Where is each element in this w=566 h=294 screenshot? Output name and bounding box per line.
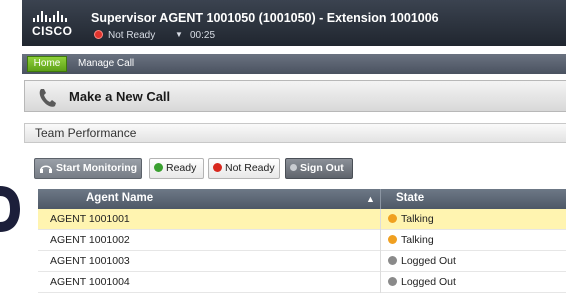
talking-status-icon [388, 234, 397, 244]
agent-name-cell: AGENT 1001003 [50, 255, 130, 267]
nav-bar: Home Manage Call [22, 54, 566, 74]
phone-icon [39, 89, 56, 107]
start-monitoring-button[interactable]: Start Monitoring [34, 158, 142, 179]
state-label: Talking [401, 213, 434, 225]
tab-home[interactable]: Home [27, 56, 67, 72]
sign-out-label: Sign Out [300, 162, 344, 174]
partial-logo-fragment [0, 186, 20, 232]
table-row[interactable]: AGENT 1001002 Talking [38, 230, 566, 251]
ready-status-icon [154, 162, 163, 172]
not-ready-icon [213, 162, 222, 172]
logged-out-status-icon [388, 276, 397, 286]
state-label: Talking [401, 234, 434, 246]
chevron-down-icon[interactable]: ▼ [175, 30, 183, 39]
status-dropdown[interactable]: Not Ready [108, 30, 155, 41]
ready-label: Ready [166, 162, 197, 174]
column-state[interactable]: State [396, 192, 424, 204]
agent-name-cell: AGENT 1001001 [50, 213, 130, 225]
column-agent-name[interactable]: Agent Name [86, 192, 153, 204]
app-header: CISCO Supervisor AGENT 1001050 (1001050)… [22, 0, 566, 46]
table-row[interactable]: AGENT 1001001 Talking [38, 209, 566, 230]
table-row[interactable]: AGENT 1001003 Logged Out [38, 251, 566, 272]
sign-out-icon [290, 163, 297, 171]
make-call-label: Make a New Call [69, 89, 171, 104]
state-cell: Talking [388, 234, 434, 246]
team-performance-header: Team Performance [24, 123, 566, 143]
not-ready-button[interactable]: Not Ready [208, 158, 280, 179]
supervisor-title: Supervisor AGENT 1001050 (1001050) - Ext… [91, 11, 439, 25]
ready-button[interactable]: Ready [149, 158, 204, 179]
status-timer: 00:25 [190, 30, 216, 41]
not-ready-label: Not Ready [225, 162, 275, 174]
tab-manage-call[interactable]: Manage Call [78, 58, 134, 69]
state-cell: Talking [388, 213, 434, 225]
table-header: Agent Name ▲ State [38, 189, 566, 209]
state-label: Logged Out [401, 276, 456, 288]
logged-out-status-icon [388, 255, 397, 265]
team-performance-title: Team Performance [35, 126, 137, 140]
state-label: Logged Out [401, 255, 456, 267]
agent-name-cell: AGENT 1001004 [50, 276, 130, 288]
table-row[interactable]: AGENT 1001004 Logged Out [38, 272, 566, 293]
state-cell: Logged Out [388, 276, 456, 288]
cisco-logo-text: CISCO [32, 24, 73, 38]
sign-out-button[interactable]: Sign Out [285, 158, 353, 179]
headset-icon [40, 165, 52, 174]
state-cell: Logged Out [388, 255, 456, 267]
start-monitoring-label: Start Monitoring [56, 162, 138, 174]
agent-name-cell: AGENT 1001002 [50, 234, 130, 246]
sort-ascending-icon[interactable]: ▲ [366, 194, 375, 204]
cisco-logo-bars-icon [33, 11, 69, 22]
talking-status-icon [388, 213, 397, 223]
not-ready-status-icon [94, 30, 103, 39]
column-divider [380, 189, 381, 209]
make-call-bar[interactable]: Make a New Call [24, 80, 566, 112]
